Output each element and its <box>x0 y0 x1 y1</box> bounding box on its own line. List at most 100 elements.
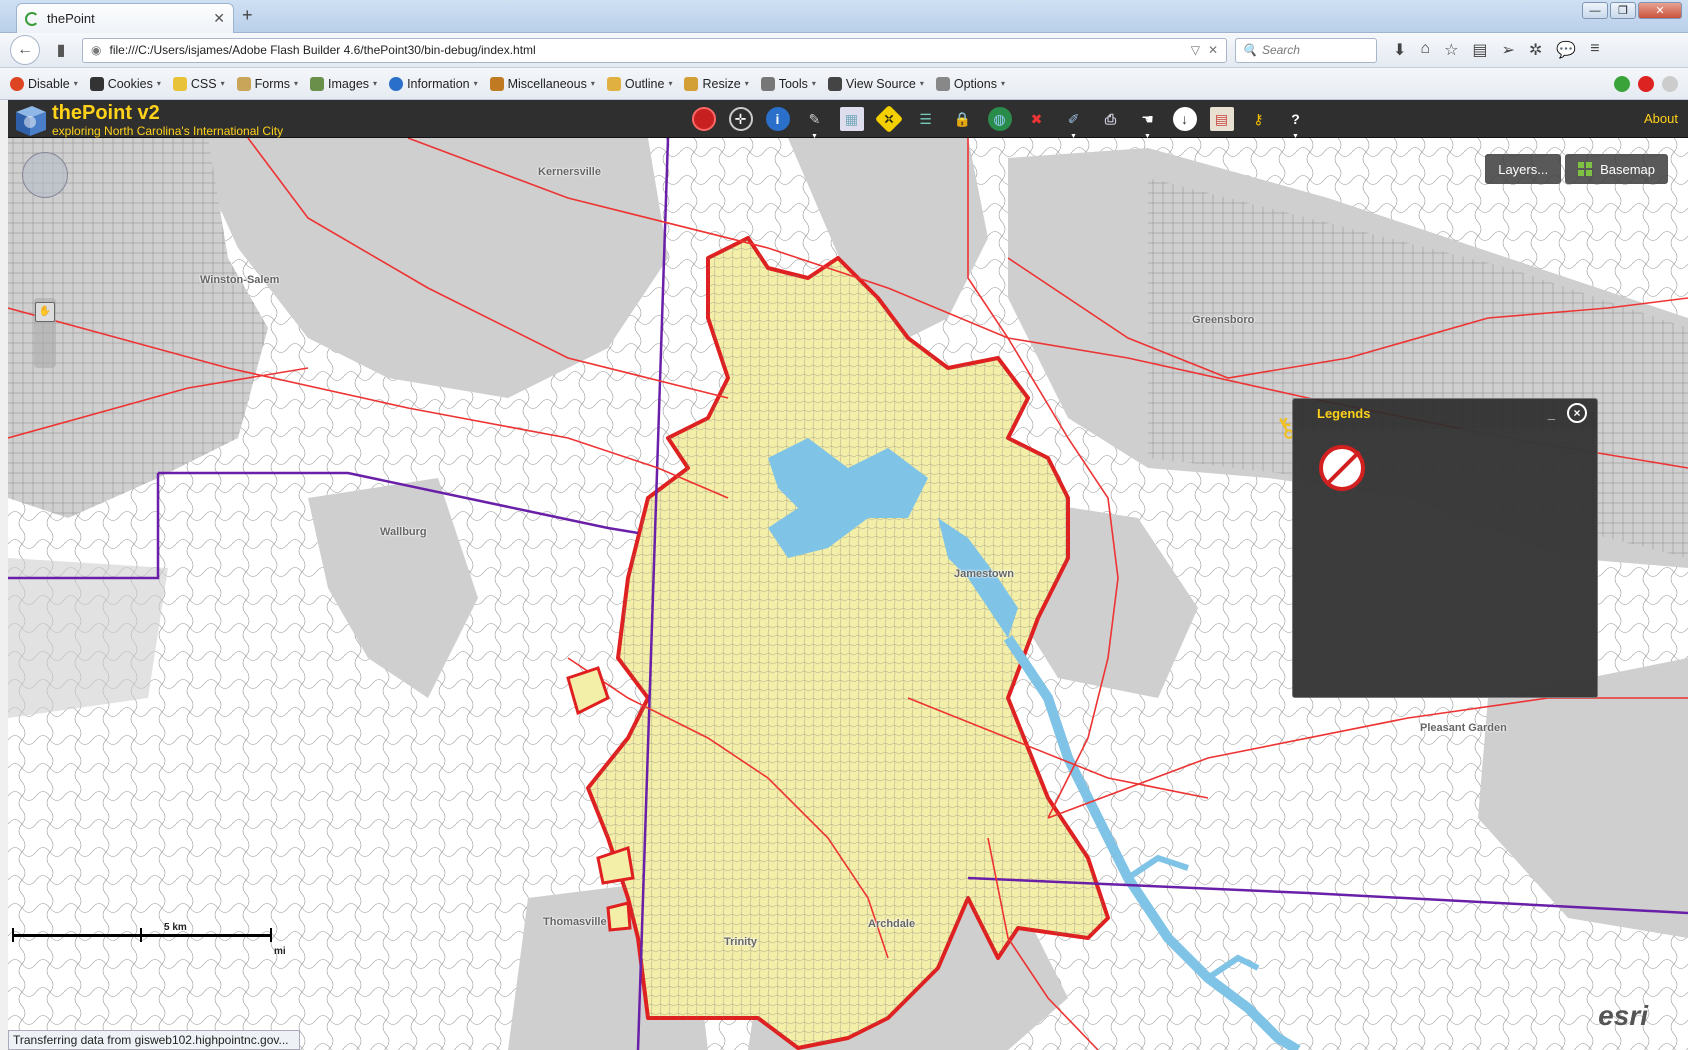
place-label: Pleasant Garden <box>1420 722 1507 734</box>
browser-navbar: ← ▮ ◉ file:///C:/Users/isjames/Adobe Fla… <box>0 33 1688 68</box>
legend-minimize-button[interactable]: _ <box>1548 406 1555 421</box>
search-input[interactable]: 🔍 Search <box>1235 37 1377 63</box>
wd-label: Disable <box>28 76 70 91</box>
page-info-icon[interactable]: ◉ <box>91 43 101 57</box>
print-icon: ⎙ <box>1104 110 1117 127</box>
app-subtitle: exploring North Carolina's International… <box>52 124 284 138</box>
basemap-grid-icon <box>1578 162 1593 176</box>
navigate-tool[interactable]: ✛ <box>725 104 756 134</box>
map-toolbar: ✛ i ✎ ▼ ▦ ✛ ☰ 🔒 ◍ ✖ ✐ ▼ ⎙ ☚ ▼ ↓ ▤ ⚷ ? ▼ <box>688 104 1311 141</box>
valid-check-icon[interactable] <box>1614 75 1630 92</box>
url-text[interactable]: file:///C:/Users/isjames/Adobe Flash Bui… <box>109 43 1182 57</box>
cookies-icon <box>89 76 104 91</box>
wd-information[interactable]: Information ▾ <box>389 76 478 91</box>
legend-header[interactable]: Legends _ × <box>1293 399 1597 427</box>
about-link[interactable]: About <box>1644 111 1678 126</box>
send-icon[interactable]: ➢ <box>1502 40 1515 60</box>
wd-label: Resize <box>702 76 741 91</box>
legend-title: Legends <box>1317 405 1371 421</box>
scale-mi-label: mi <box>274 946 286 957</box>
status-dot-icon[interactable] <box>1662 75 1678 92</box>
stop-icon[interactable]: ✕ <box>1208 43 1218 57</box>
pointer-icon: ☚ <box>1141 110 1154 127</box>
layers-button[interactable]: Layers... <box>1485 154 1562 184</box>
home-icon[interactable]: ⌂ <box>1420 40 1430 60</box>
tab-close-icon[interactable]: ✕ <box>213 10 225 27</box>
close-window-button[interactable]: ✕ <box>1638 2 1682 19</box>
browser-tab-strip: thePoint ✕ + — ❐ ✕ <box>0 0 1688 33</box>
tools-icon <box>760 76 775 91</box>
table-tool[interactable]: ▦ <box>836 104 867 134</box>
maximize-window-button[interactable]: ❐ <box>1610 2 1636 19</box>
lock-tool[interactable]: 🔒 <box>947 104 978 134</box>
clear-tool[interactable]: ✖ <box>1021 104 1052 134</box>
directions-tool[interactable]: ✛ <box>873 104 904 134</box>
measure-tool[interactable]: ✐ ▼ <box>1058 104 1089 141</box>
zoom-slider[interactable]: ✋ <box>34 298 56 368</box>
wd-outline[interactable]: Outline ▾ <box>606 76 672 91</box>
wd-resize[interactable]: Resize ▾ <box>684 76 749 91</box>
layers-label: Layers... <box>1498 161 1549 177</box>
globe-icon: ◍ <box>987 107 1012 131</box>
forms-icon <box>236 76 251 91</box>
draw-tool[interactable]: ✎ ▼ <box>799 104 830 141</box>
options-icon <box>935 76 950 91</box>
wd-tools[interactable]: Tools ▾ <box>760 76 816 91</box>
download-icon[interactable]: ⬇ <box>1393 40 1406 60</box>
scale-bar <box>12 928 272 942</box>
minimize-window-button[interactable]: — <box>1582 2 1608 19</box>
error-icon[interactable] <box>1638 75 1654 92</box>
wd-miscellaneous[interactable]: Miscellaneous ▾ <box>489 76 595 91</box>
clear-icon: ✖ <box>1030 110 1043 127</box>
app-header: thePoint v2 exploring North Carolina's I… <box>8 100 1688 141</box>
legend-close-button[interactable]: × <box>1567 403 1587 423</box>
wd-images[interactable]: Images ▾ <box>310 76 377 91</box>
pan-control[interactable] <box>22 152 68 198</box>
measure-icon: ✐ <box>1067 110 1080 127</box>
menu-icon[interactable]: ≡ <box>1590 40 1599 60</box>
web-developer-toolbar: Disable ▾ Cookies ▾ CSS ▾ Forms ▾ Images ▾ In… <box>0 68 1688 100</box>
information-icon <box>389 76 404 91</box>
download-arrow-icon: ↓ <box>1172 107 1197 131</box>
legend-panel: Legends _ × <box>1292 398 1598 698</box>
wd-view-source[interactable]: View Source ▾ <box>827 76 924 91</box>
target-icon <box>691 107 716 131</box>
globe-tool[interactable]: ◍ <box>984 104 1015 134</box>
chat-icon[interactable]: 💬 <box>1556 40 1576 60</box>
pointer-tool[interactable]: ☚ ▼ <box>1132 104 1163 141</box>
url-dropdown-icon[interactable]: ▽ <box>1191 43 1200 57</box>
info-icon: i <box>765 107 790 131</box>
layers-tool[interactable]: ☰ <box>910 104 941 134</box>
identify-tool[interactable]: i <box>762 104 793 134</box>
key-tool[interactable]: ⚷ <box>1243 104 1274 134</box>
report-tool[interactable]: ▤ <box>1206 104 1237 134</box>
status-bar: Transferring data from gisweb102.highpoi… <box>8 1030 300 1050</box>
print-tool[interactable]: ⎙ <box>1095 104 1126 134</box>
basemap-button[interactable]: Basemap <box>1565 154 1668 184</box>
wd-options[interactable]: Options ▾ <box>935 76 1005 91</box>
help-tool[interactable]: ? ▼ <box>1280 104 1311 140</box>
loading-spinner-icon <box>25 11 39 26</box>
wd-disable[interactable]: Disable ▾ <box>10 76 78 91</box>
bookmark-star-icon[interactable]: ☆ <box>1444 40 1458 60</box>
address-bar[interactable]: ◉ file:///C:/Users/isjames/Adobe Flash B… <box>82 37 1227 63</box>
wd-css[interactable]: CSS ▾ <box>172 76 225 91</box>
back-button[interactable]: ← <box>10 35 40 65</box>
bookmarks-sidebar-icon[interactable]: ▮ <box>48 37 74 63</box>
map-navigation-control: ✋ <box>22 152 70 368</box>
compass-icon: ✛ <box>728 107 753 131</box>
wd-cookies[interactable]: Cookies ▾ <box>89 76 161 91</box>
new-tab-button[interactable]: + <box>242 5 253 26</box>
download-tool[interactable]: ↓ <box>1169 104 1200 134</box>
esri-attribution[interactable]: esri <box>1598 1000 1648 1032</box>
window-controls: — ❐ ✕ <box>1582 2 1682 19</box>
view-source-icon <box>827 76 842 91</box>
wd-forms[interactable]: Forms ▾ <box>236 76 298 91</box>
browser-tab[interactable]: thePoint ✕ <box>16 3 234 33</box>
addon-icon[interactable]: ✲ <box>1529 40 1542 60</box>
scale-km-label: 5 km <box>164 922 187 933</box>
resize-icon <box>684 76 699 91</box>
clipboard-icon[interactable]: ▤ <box>1472 40 1487 60</box>
locate-tool[interactable] <box>688 104 719 134</box>
zoom-handle-icon[interactable]: ✋ <box>35 302 55 322</box>
